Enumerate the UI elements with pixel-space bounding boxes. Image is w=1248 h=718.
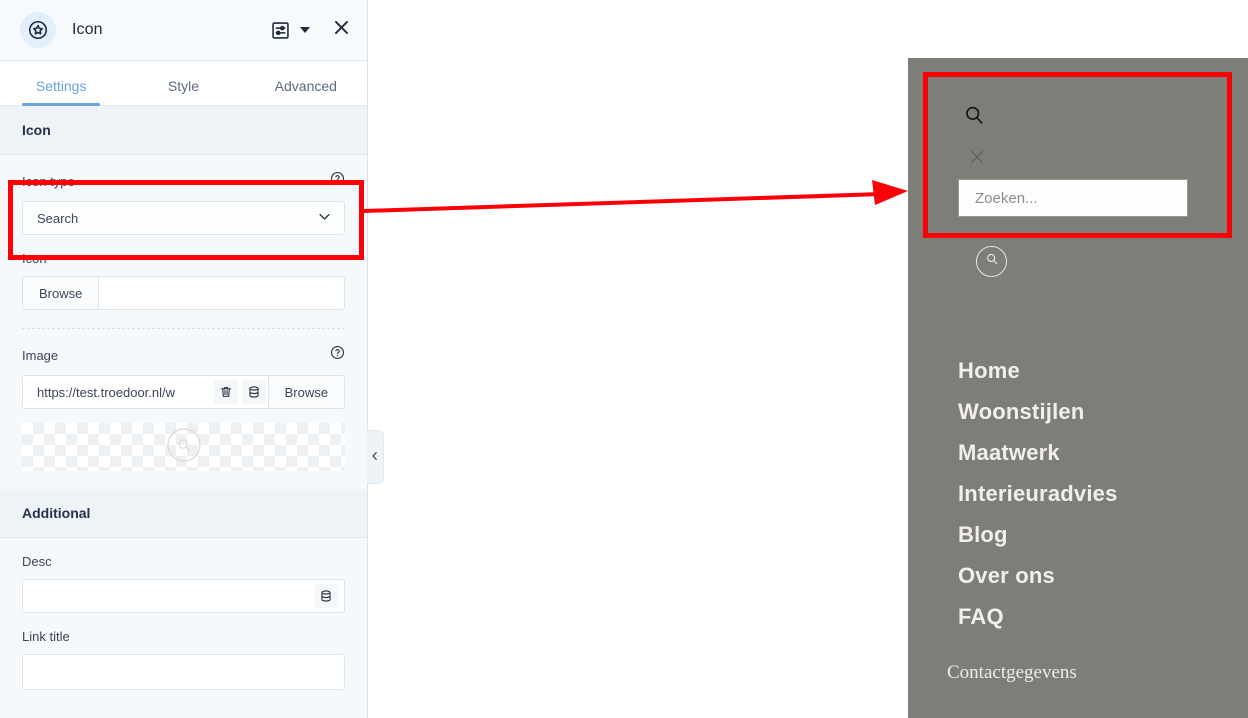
search-input[interactable]: Zoeken... xyxy=(958,179,1188,217)
close-icon[interactable] xyxy=(968,148,986,171)
field-image: Image https://test.troedoor.nl/w Browse xyxy=(22,329,345,471)
sliders-icon[interactable] xyxy=(270,20,291,41)
icon-type-label-row: Icon type xyxy=(22,171,345,191)
caret-down-icon[interactable] xyxy=(300,27,310,33)
star-circle-icon xyxy=(20,12,56,48)
icon-type-value: Search xyxy=(37,210,79,226)
tab-style[interactable]: Style xyxy=(122,78,244,105)
tab-advanced[interactable]: Advanced xyxy=(245,78,367,105)
icon-type-select[interactable]: Search xyxy=(22,201,345,235)
icon-label-row: Icon xyxy=(22,251,345,266)
panel-title: Icon xyxy=(72,21,103,38)
nav-link-blog[interactable]: Blog xyxy=(958,522,1118,548)
help-circle-icon[interactable] xyxy=(330,171,345,191)
search-circle-icon xyxy=(166,427,201,467)
nav-link-over-ons[interactable]: Over ons xyxy=(958,563,1118,589)
panel-tabs: Settings Style Advanced xyxy=(0,61,367,106)
image-url-group: https://test.troedoor.nl/w Browse xyxy=(22,375,345,409)
section-header-additional: Additional xyxy=(0,489,367,538)
icon-browse-button[interactable]: Browse xyxy=(23,277,100,309)
desc-label: Desc xyxy=(22,554,52,569)
contact-heading[interactable]: Contactgegevens xyxy=(947,662,1077,684)
preview-nav: Home Woonstijlen Maatwerk Interieuradvie… xyxy=(958,358,1118,645)
search-input-placeholder: Zoeken... xyxy=(975,189,1038,207)
image-label: Image xyxy=(22,347,59,363)
link-title-input-wrapper xyxy=(22,654,345,690)
image-browse-button[interactable]: Browse xyxy=(267,376,344,408)
image-url-input[interactable]: https://test.troedoor.nl/w xyxy=(23,376,212,408)
section-header-icon: Icon xyxy=(0,106,367,155)
tab-settings[interactable]: Settings xyxy=(0,78,122,106)
field-icon: Icon Browse xyxy=(22,235,345,310)
chevron-left-icon xyxy=(370,448,380,466)
field-icon-type: Icon type Search xyxy=(22,155,345,235)
site-preview: Zoeken... Home Woonstijlen Maatwerk Inte… xyxy=(908,58,1248,718)
link-title-label: Link title xyxy=(22,629,70,644)
nav-link-maatwerk[interactable]: Maatwerk xyxy=(958,440,1118,466)
desc-label-row: Desc xyxy=(22,554,345,569)
image-preview-strip xyxy=(22,423,345,471)
database-icon[interactable] xyxy=(241,380,266,404)
field-desc: Desc xyxy=(22,538,345,613)
section-body-additional: Desc Link title xyxy=(0,538,367,712)
search-circle-button[interactable] xyxy=(976,246,1007,277)
desc-input-wrapper xyxy=(22,579,345,613)
link-title-label-row: Link title xyxy=(22,629,345,644)
nav-link-home[interactable]: Home xyxy=(958,358,1118,384)
panel-header: Icon xyxy=(0,0,367,61)
icon-label: Icon xyxy=(22,251,47,266)
icon-type-label: Icon type xyxy=(22,173,75,189)
icon-value-input[interactable] xyxy=(99,277,344,309)
annotation-arrow xyxy=(363,180,908,213)
search-icon xyxy=(985,252,999,271)
nav-link-woonstijlen[interactable]: Woonstijlen xyxy=(958,399,1118,425)
panel-collapse-handle[interactable] xyxy=(367,430,384,484)
search-icon[interactable] xyxy=(963,104,985,131)
nav-link-interieuradvies[interactable]: Interieuradvies xyxy=(958,481,1118,507)
trash-icon[interactable] xyxy=(213,380,238,404)
icon-settings-panel: Icon Settings Style Advanced Icon Icon t… xyxy=(0,0,368,718)
close-icon[interactable] xyxy=(332,18,351,42)
field-link-title: Link title xyxy=(22,613,345,690)
database-icon[interactable] xyxy=(314,584,338,608)
help-circle-icon[interactable] xyxy=(330,345,345,365)
icon-browse-group: Browse xyxy=(22,276,345,310)
image-label-row: Image xyxy=(22,345,345,365)
nav-link-faq[interactable]: FAQ xyxy=(958,604,1118,630)
section-body-icon: Icon type Search Icon Browse Image https… xyxy=(0,155,367,489)
chevron-down-icon xyxy=(317,209,332,227)
